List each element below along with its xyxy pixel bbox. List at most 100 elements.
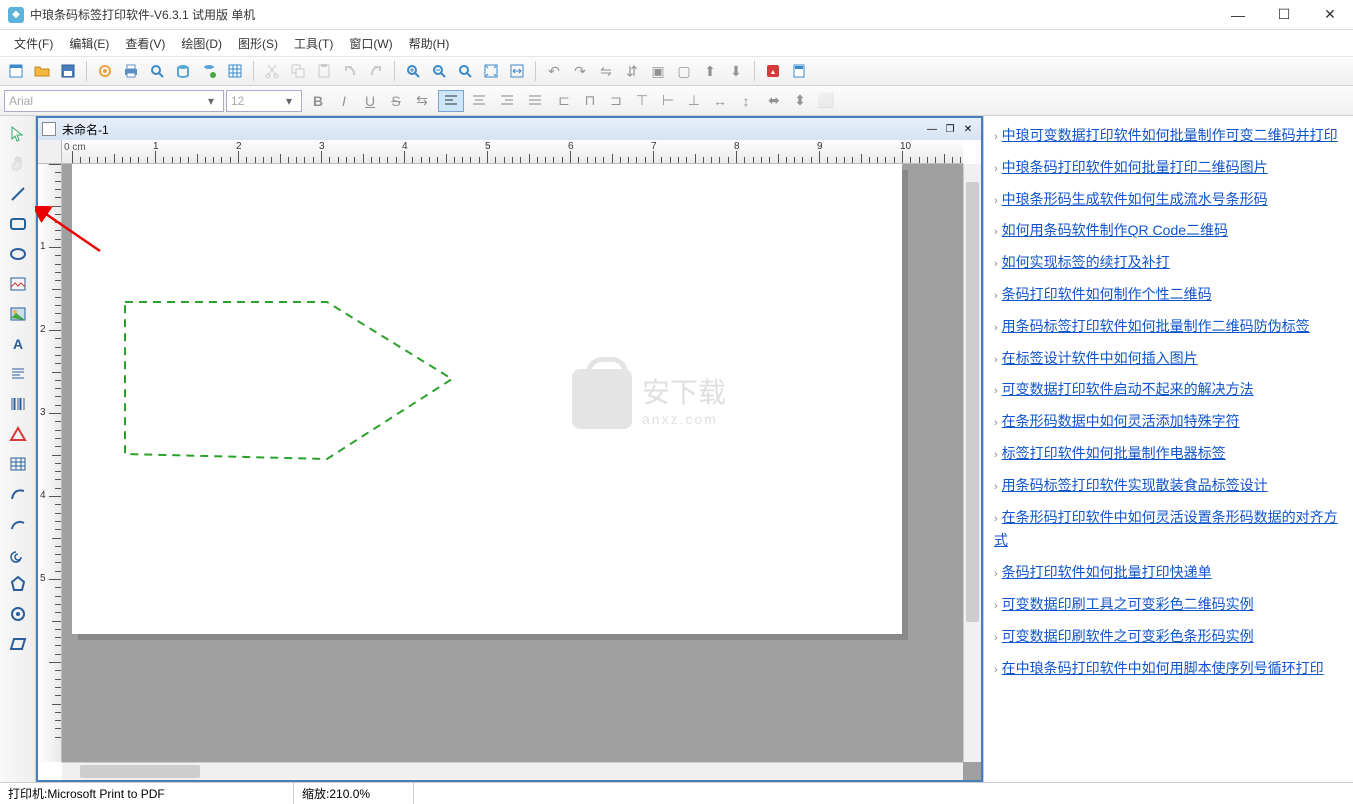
- flip-v-button[interactable]: ⇵: [620, 59, 644, 83]
- align-obj-bottom-button[interactable]: ⊥: [682, 89, 706, 113]
- send-back-button[interactable]: ⬇: [724, 59, 748, 83]
- ellipse-tool[interactable]: [4, 240, 32, 268]
- doc-restore-button[interactable]: ❐: [941, 121, 959, 137]
- zoom-out-button[interactable]: [427, 59, 451, 83]
- preview-button[interactable]: [145, 59, 169, 83]
- zoom-select-button[interactable]: [453, 59, 477, 83]
- maximize-button[interactable]: ☐: [1261, 0, 1307, 30]
- font-size-select[interactable]: 12 ▾: [226, 90, 302, 112]
- help-link[interactable]: 在条形码数据中如何灵活添加特殊字符: [1002, 413, 1240, 429]
- open-button[interactable]: [30, 59, 54, 83]
- underline-button[interactable]: U: [358, 89, 382, 113]
- menu-tools[interactable]: 工具(T): [286, 32, 341, 55]
- italic-button[interactable]: I: [332, 89, 356, 113]
- image-tool[interactable]: [4, 270, 32, 298]
- same-width-button[interactable]: ⬌: [762, 89, 786, 113]
- tracking-button[interactable]: ⇆: [410, 89, 434, 113]
- redo-button[interactable]: [364, 59, 388, 83]
- align-obj-middle-button[interactable]: ⊢: [656, 89, 680, 113]
- font-family-select[interactable]: Arial ▾: [4, 90, 224, 112]
- vertical-scrollbar[interactable]: [963, 164, 981, 762]
- text-tool[interactable]: A: [4, 330, 32, 358]
- doc-close-button[interactable]: ✕: [959, 121, 977, 137]
- align-obj-right-button[interactable]: ⊐: [604, 89, 628, 113]
- rectangle-tool[interactable]: [4, 210, 32, 238]
- ungroup-button[interactable]: ▢: [672, 59, 696, 83]
- align-obj-left-button[interactable]: ⊏: [552, 89, 576, 113]
- pointer-tool[interactable]: [4, 120, 32, 148]
- align-obj-center-button[interactable]: ⊓: [578, 89, 602, 113]
- parallelogram-tool[interactable]: [4, 630, 32, 658]
- menu-draw[interactable]: 绘图(D): [173, 32, 230, 55]
- copy-button[interactable]: [286, 59, 310, 83]
- align-right-button[interactable]: [494, 90, 520, 112]
- triangle-tool[interactable]: [4, 420, 32, 448]
- help-link[interactable]: 中琅条形码生成软件如何生成流水号条形码: [1002, 191, 1268, 207]
- arc-tool[interactable]: [4, 510, 32, 538]
- dist-v-button[interactable]: ↕: [734, 89, 758, 113]
- same-height-button[interactable]: ⬍: [788, 89, 812, 113]
- export-pdf-button[interactable]: ▲: [761, 59, 785, 83]
- menu-help[interactable]: 帮助(H): [401, 32, 458, 55]
- help-link[interactable]: 中琅可变数据打印软件如何批量制作可变二维码并打印: [1002, 127, 1338, 143]
- help-link[interactable]: 可变数据印刷工具之可变彩色二维码实例: [1002, 596, 1254, 612]
- align-obj-top-button[interactable]: ⊤: [630, 89, 654, 113]
- hand-tool[interactable]: [4, 150, 32, 178]
- help-link[interactable]: 用条码标签打印软件如何批量制作二维码防伪标签: [1002, 318, 1310, 334]
- table-tool[interactable]: [4, 450, 32, 478]
- align-left-button[interactable]: [438, 90, 464, 112]
- database-button[interactable]: [171, 59, 195, 83]
- help-link[interactable]: 在标签设计软件中如何插入图片: [1002, 350, 1198, 366]
- spiral-tool[interactable]: [4, 540, 32, 568]
- barcode-tool[interactable]: [4, 390, 32, 418]
- print-button[interactable]: [119, 59, 143, 83]
- align-center-button[interactable]: [466, 90, 492, 112]
- bezier-tool[interactable]: [4, 480, 32, 508]
- help-link[interactable]: 在中琅条码打印软件中如何用脚本使序列号循环打印: [1002, 660, 1324, 676]
- new-button[interactable]: [4, 59, 28, 83]
- group-button[interactable]: ▣: [646, 59, 670, 83]
- flip-h-button[interactable]: ⇋: [594, 59, 618, 83]
- menu-edit[interactable]: 编辑(E): [61, 32, 117, 55]
- help-link[interactable]: 条码打印软件如何制作个性二维码: [1002, 286, 1212, 302]
- help-link[interactable]: 中琅条码打印软件如何批量打印二维码图片: [1002, 159, 1268, 175]
- drawn-polygon-shape[interactable]: [122, 299, 462, 484]
- grid-button[interactable]: [223, 59, 247, 83]
- settings-button[interactable]: [93, 59, 117, 83]
- rotate-right-button[interactable]: ↷: [568, 59, 592, 83]
- strike-button[interactable]: S: [384, 89, 408, 113]
- fit-page-button[interactable]: [479, 59, 503, 83]
- help-link[interactable]: 如何实现标签的续打及补打: [1002, 254, 1170, 270]
- line-tool[interactable]: [4, 180, 32, 208]
- star-tool[interactable]: [4, 600, 32, 628]
- database-add-button[interactable]: [197, 59, 221, 83]
- help-link[interactable]: 条码打印软件如何批量打印快递单: [1002, 564, 1212, 580]
- richtext-tool[interactable]: [4, 360, 32, 388]
- zoom-in-button[interactable]: [401, 59, 425, 83]
- rotate-left-button[interactable]: ↶: [542, 59, 566, 83]
- cut-button[interactable]: [260, 59, 284, 83]
- bold-button[interactable]: B: [306, 89, 330, 113]
- polygon-tool[interactable]: [4, 570, 32, 598]
- help-link[interactable]: 标签打印软件如何批量制作电器标签: [1002, 445, 1226, 461]
- calculator-button[interactable]: [787, 59, 811, 83]
- minimize-button[interactable]: —: [1215, 0, 1261, 30]
- save-button[interactable]: [56, 59, 80, 83]
- undo-button[interactable]: [338, 59, 362, 83]
- paste-button[interactable]: [312, 59, 336, 83]
- horizontal-scrollbar[interactable]: [62, 762, 963, 780]
- help-link[interactable]: 可变数据印刷软件之可变彩色条形码实例: [1002, 628, 1254, 644]
- dist-h-button[interactable]: ↔: [708, 89, 732, 113]
- fit-width-button[interactable]: [505, 59, 529, 83]
- help-link[interactable]: 可变数据打印软件启动不起来的解决方法: [1002, 381, 1254, 397]
- menu-shape[interactable]: 图形(S): [230, 32, 286, 55]
- picture-tool[interactable]: [4, 300, 32, 328]
- close-button[interactable]: ✕: [1307, 0, 1353, 30]
- help-link[interactable]: 在条形码打印软件中如何灵活设置条形码数据的对齐方式: [994, 509, 1338, 549]
- same-size-button[interactable]: ⬜: [814, 89, 838, 113]
- menu-window[interactable]: 窗口(W): [341, 32, 400, 55]
- align-justify-button[interactable]: [522, 90, 548, 112]
- canvas[interactable]: 0 cm 12345678910 12345 安下载: [38, 140, 981, 780]
- bring-front-button[interactable]: ⬆: [698, 59, 722, 83]
- page[interactable]: 安下载 anxz.com: [72, 164, 902, 634]
